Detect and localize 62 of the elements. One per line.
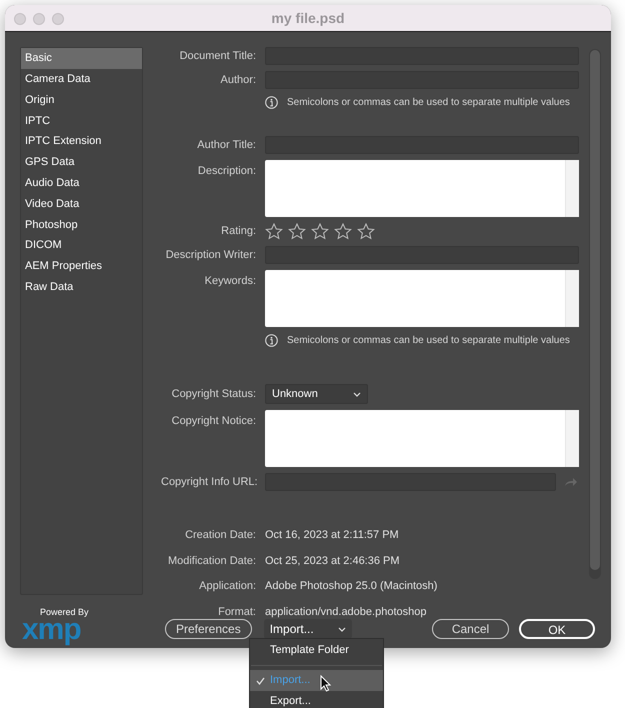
star-icon[interactable]	[311, 223, 329, 240]
field-label: Copyright Info URL:	[161, 474, 259, 490]
menu-item[interactable]: Export...	[250, 691, 383, 708]
sidebar-item[interactable]: AEM Properties	[21, 256, 142, 277]
hint-text: Semicolons or commas can be used to separate multiple values	[287, 334, 570, 348]
text-area[interactable]	[265, 410, 579, 467]
field-label: Rating:	[220, 224, 257, 240]
powered-by-caption: Powered By	[40, 607, 89, 617]
ok-button[interactable]: OK	[519, 619, 595, 639]
field-label: Author Title:	[196, 138, 257, 153]
chevron-down-icon	[338, 626, 346, 632]
field-label: Author:	[220, 72, 257, 88]
info-icon	[265, 334, 278, 347]
info-value: Adobe Photoshop 25.0 (Macintosh)	[265, 579, 438, 594]
sidebar-item[interactable]: IPTC	[21, 110, 142, 132]
field-label: Copyright Notice:	[170, 414, 257, 429]
field-label: Document Title:	[178, 48, 257, 64]
info-value: Oct 16, 2023 at 2:11:57 PM	[265, 528, 399, 543]
field-label: Description Writer:	[164, 248, 257, 263]
info-value: Oct 25, 2023 at 2:46:36 PM	[265, 554, 400, 568]
mouse-pointer-icon	[320, 675, 332, 692]
field-label: Format:	[217, 604, 257, 620]
star-icon[interactable]	[288, 223, 306, 240]
sidebar-item[interactable]: Basic	[21, 48, 142, 69]
hint-text: Semicolons or commas can be used to separate multiple values	[287, 96, 570, 110]
sidebar-item[interactable]: IPTC Extension	[21, 131, 142, 152]
star-icon[interactable]	[265, 223, 283, 240]
sidebar-item[interactable]: Audio Data	[21, 172, 142, 194]
text-area[interactable]	[265, 270, 579, 327]
sidebar-item[interactable]: Raw Data	[21, 276, 142, 298]
import-dropdown[interactable]: Import...	[264, 619, 352, 639]
sidebar-item[interactable]: Origin	[21, 90, 142, 110]
window-title: my file.psd	[271, 8, 345, 28]
text-area[interactable]	[265, 160, 579, 217]
chevron-down-icon	[353, 392, 361, 396]
xmp-logo: xmp	[22, 617, 81, 643]
sidebar-item[interactable]: Photoshop	[21, 214, 142, 236]
info-icon	[265, 96, 278, 109]
copyright-status-dropdown[interactable]: Unknown	[265, 384, 368, 404]
cancel-button[interactable]: Cancel	[432, 619, 509, 639]
field-label: Copyright Status:	[170, 386, 257, 402]
info-value: application/vnd.adobe.photoshop	[265, 604, 426, 620]
menu-item[interactable]: Template Folder	[250, 640, 383, 661]
close-button[interactable]	[14, 13, 26, 25]
zoom-button[interactable]	[52, 13, 64, 25]
scrollbar-thumb[interactable]	[590, 50, 600, 570]
minimize-button[interactable]	[33, 13, 45, 25]
field-label: Description:	[196, 164, 257, 179]
field-label: Keywords:	[204, 274, 257, 289]
scrollbar[interactable]	[589, 49, 601, 579]
preferences-button[interactable]: Preferences	[165, 619, 252, 639]
sidebar-item[interactable]: Camera Data	[21, 68, 142, 90]
sidebar-item[interactable]: DICOM	[21, 235, 142, 256]
sidebar-item[interactable]: GPS Data	[21, 152, 142, 173]
star-icon[interactable]	[334, 223, 352, 240]
star-rating[interactable]	[265, 223, 375, 240]
field-label: Application:	[198, 579, 257, 594]
field-label: Modification Date:	[166, 554, 257, 568]
field-label: Creation Date:	[184, 528, 257, 543]
sidebar-item[interactable]: Video Data	[21, 194, 142, 214]
star-icon[interactable]	[357, 223, 375, 240]
forward-arrow-icon[interactable]	[564, 477, 578, 487]
